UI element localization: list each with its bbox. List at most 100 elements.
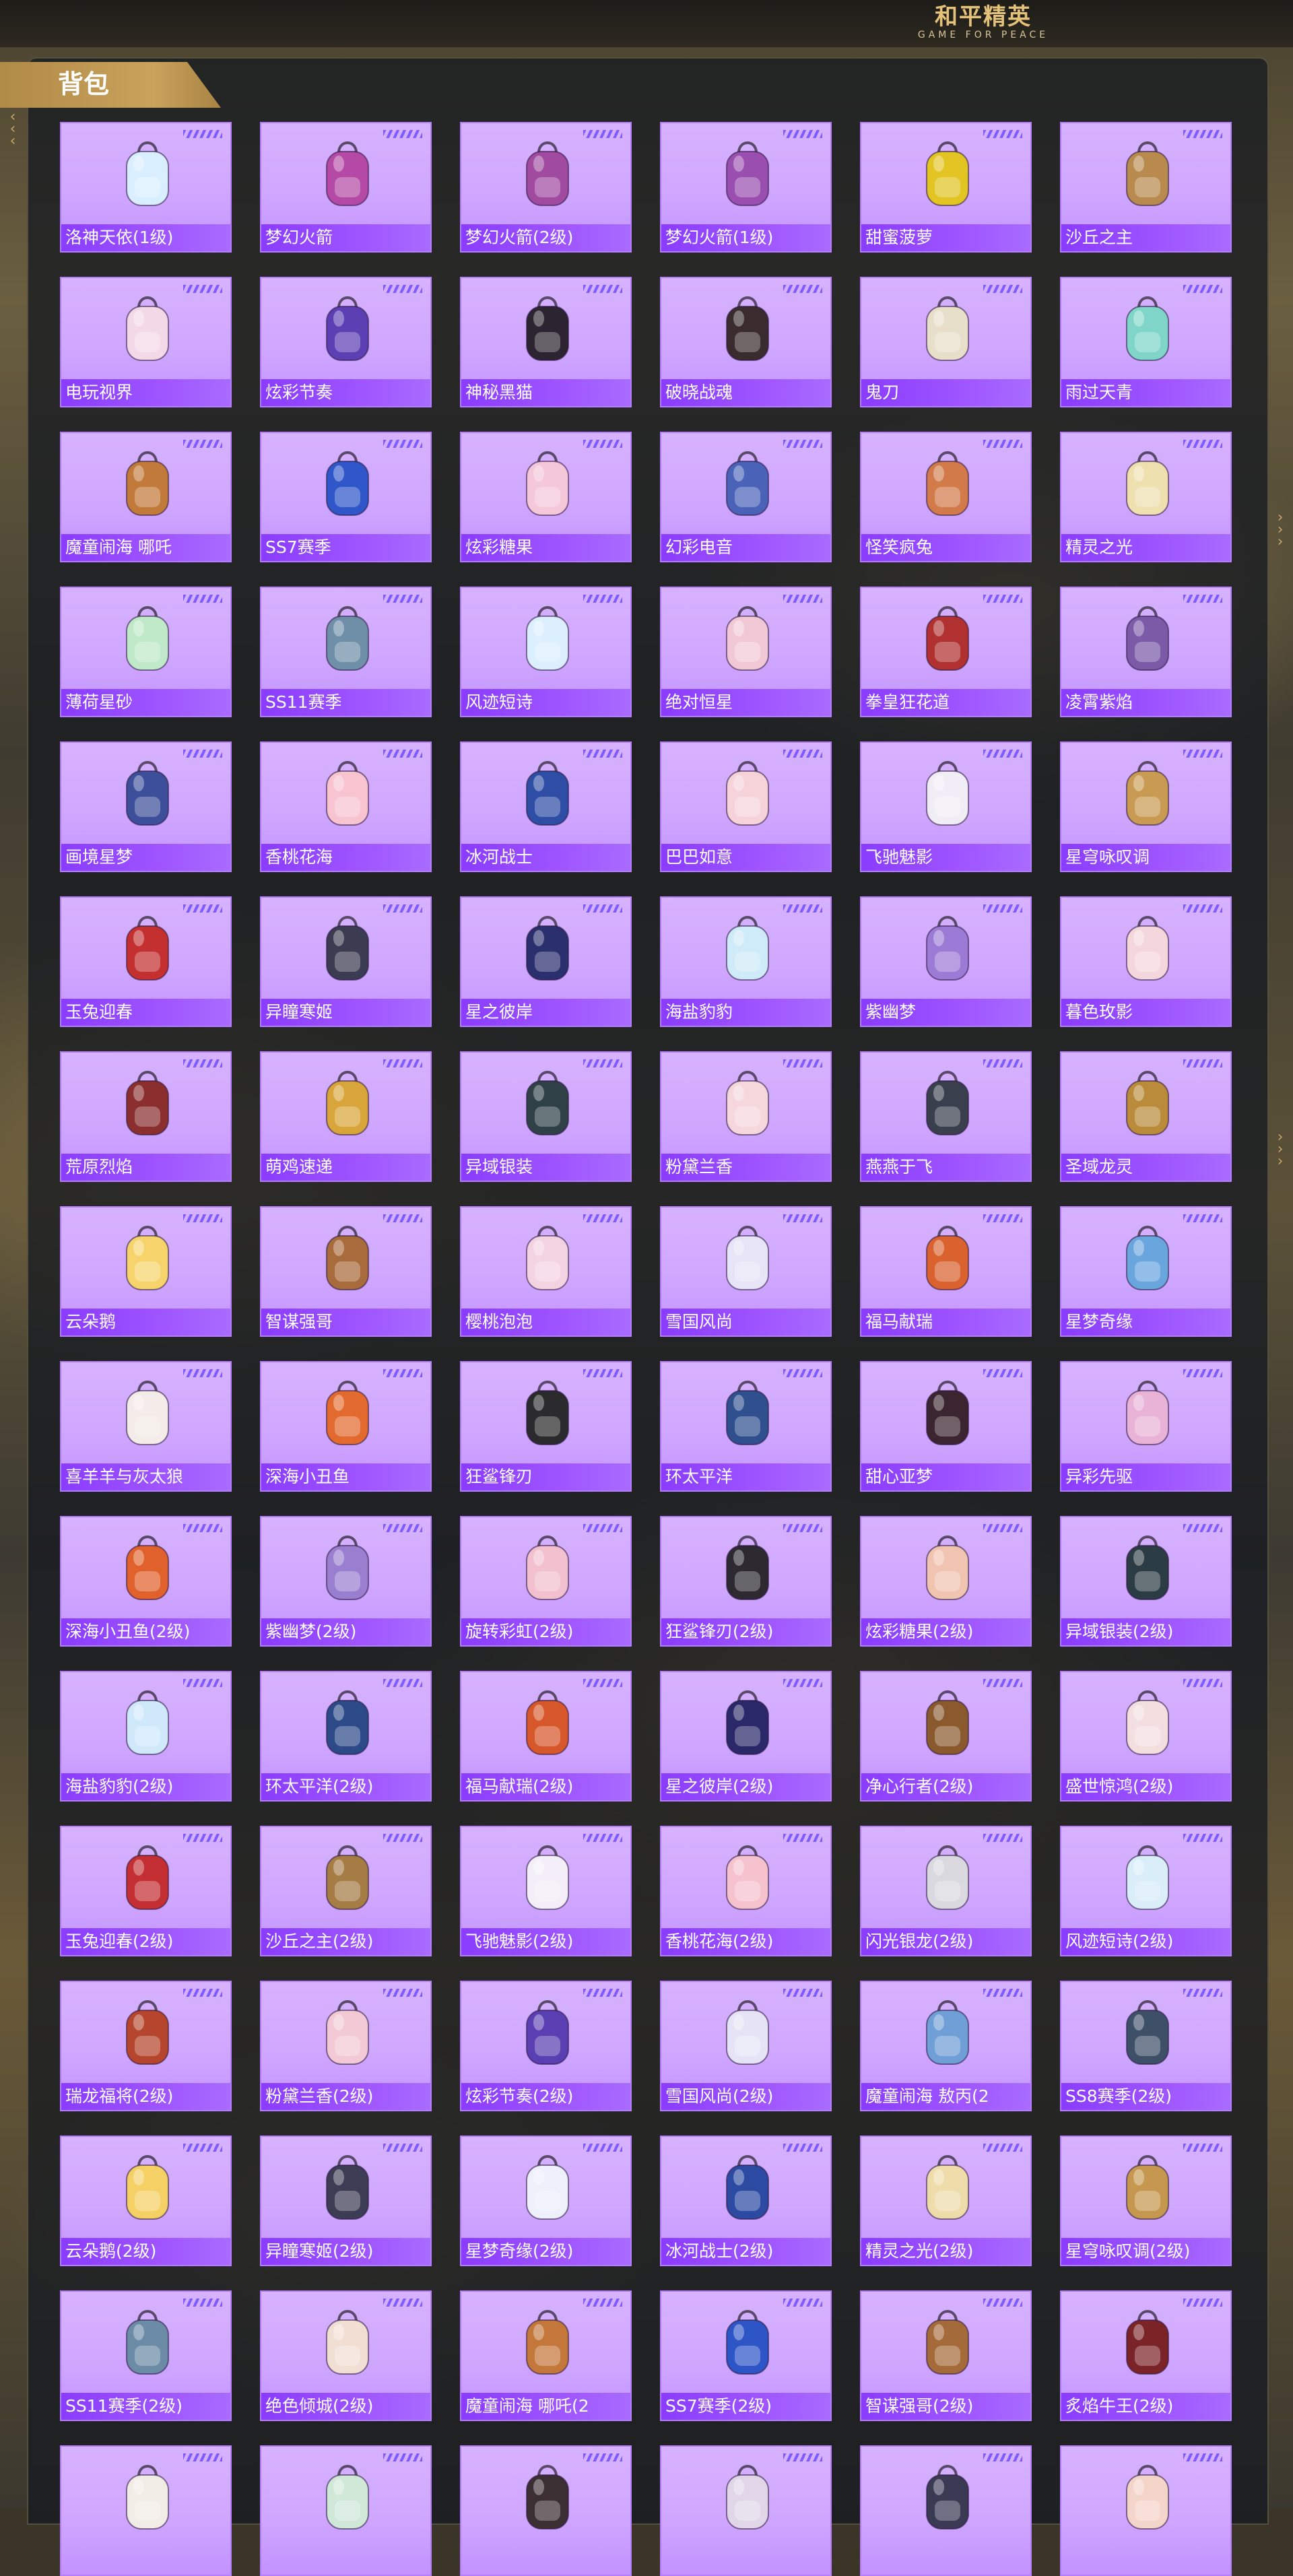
backpack-card[interactable]: 梦幻火箭 bbox=[260, 122, 432, 253]
backpack-card[interactable]: 紫幽梦 bbox=[860, 896, 1032, 1027]
backpack-card[interactable] bbox=[260, 2445, 432, 2576]
backpack-card[interactable]: 粉黛兰香 bbox=[660, 1051, 832, 1182]
backpack-card[interactable]: 飞驰魅影 bbox=[860, 741, 1032, 872]
backpack-card[interactable]: 星梦奇缘 bbox=[1060, 1206, 1232, 1337]
backpack-card[interactable]: 神秘黑猫 bbox=[460, 277, 632, 407]
backpack-card[interactable]: 荒原烈焰 bbox=[60, 1051, 232, 1182]
backpack-card[interactable]: 绝对恒星 bbox=[660, 587, 832, 717]
backpack-card[interactable]: 沙丘之主(2级) bbox=[260, 1826, 432, 1956]
backpack-card[interactable]: 梦幻火箭(1级) bbox=[660, 122, 832, 253]
backpack-icon bbox=[126, 1690, 169, 1755]
backpack-card[interactable]: 风迹短诗 bbox=[460, 587, 632, 717]
backpack-card[interactable]: 破晓战魂 bbox=[660, 277, 832, 407]
backpack-card[interactable]: 智谋强哥 bbox=[260, 1206, 432, 1337]
backpack-icon bbox=[126, 761, 169, 826]
backpack-card[interactable]: 喜羊羊与灰太狼 bbox=[60, 1361, 232, 1492]
backpack-card[interactable]: 闪光银龙(2级) bbox=[860, 1826, 1032, 1956]
backpack-card[interactable]: 魔童闹海 哪吒 bbox=[60, 432, 232, 562]
backpack-card[interactable]: 深海小丑鱼 bbox=[260, 1361, 432, 1492]
backpack-card[interactable]: 云朵鹅(2级) bbox=[60, 2136, 232, 2266]
backpack-card[interactable]: 燕燕于飞 bbox=[860, 1051, 1032, 1182]
backpack-card[interactable]: 环太平洋 bbox=[660, 1361, 832, 1492]
backpack-card[interactable]: 魔童闹海 哪吒(2 bbox=[460, 2290, 632, 2421]
backpack-card[interactable]: 炫彩糖果 bbox=[460, 432, 632, 562]
backpack-card[interactable]: 洛神天依(1级) bbox=[60, 122, 232, 253]
backpack-card[interactable]: 冰河战士(2级) bbox=[660, 2136, 832, 2266]
backpack-card[interactable]: 炫彩节奏 bbox=[260, 277, 432, 407]
backpack-card[interactable]: 怪笑疯兔 bbox=[860, 432, 1032, 562]
backpack-card[interactable]: 海盐豹豹(2级) bbox=[60, 1671, 232, 1802]
backpack-card[interactable]: 盛世惊鸿(2级) bbox=[1060, 1671, 1232, 1802]
backpack-card[interactable]: 雨过天青 bbox=[1060, 277, 1232, 407]
backpack-card[interactable]: SS11赛季(2级) bbox=[60, 2290, 232, 2421]
backpack-card[interactable]: 净心行者(2级) bbox=[860, 1671, 1032, 1802]
backpack-card[interactable]: 异域银装(2级) bbox=[1060, 1516, 1232, 1647]
backpack-card[interactable]: 异彩先驱 bbox=[1060, 1361, 1232, 1492]
backpack-card[interactable]: 狂鲨锋刃(2级) bbox=[660, 1516, 832, 1647]
backpack-card[interactable]: 雪国风尚 bbox=[660, 1206, 832, 1337]
backpack-card[interactable]: 冰河战士 bbox=[460, 741, 632, 872]
backpack-card[interactable]: 凌霄紫焰 bbox=[1060, 587, 1232, 717]
backpack-card[interactable]: 智谋强哥(2级) bbox=[860, 2290, 1032, 2421]
backpack-card[interactable]: 鬼刀 bbox=[860, 277, 1032, 407]
backpack-card[interactable]: 星穹咏叹调 bbox=[1060, 741, 1232, 872]
backpack-card[interactable]: 绝色倾城(2级) bbox=[260, 2290, 432, 2421]
backpack-card[interactable]: 异瞳寒姬(2级) bbox=[260, 2136, 432, 2266]
backpack-card[interactable]: 画境星梦 bbox=[60, 741, 232, 872]
backpack-card[interactable]: 风迹短诗(2级) bbox=[1060, 1826, 1232, 1956]
backpack-card[interactable]: 香桃花海 bbox=[260, 741, 432, 872]
backpack-card[interactable]: 樱桃泡泡 bbox=[460, 1206, 632, 1337]
backpack-card[interactable]: 飞驰魅影(2级) bbox=[460, 1826, 632, 1956]
backpack-card[interactable]: 狂鲨锋刃 bbox=[460, 1361, 632, 1492]
backpack-card[interactable]: 梦幻火箭(2级) bbox=[460, 122, 632, 253]
backpack-card[interactable]: 紫幽梦(2级) bbox=[260, 1516, 432, 1647]
backpack-card[interactable]: 异瞳寒姬 bbox=[260, 896, 432, 1027]
backpack-card[interactable] bbox=[60, 2445, 232, 2576]
backpack-card[interactable]: 薄荷星砂 bbox=[60, 587, 232, 717]
backpack-card[interactable]: 玉兔迎春 bbox=[60, 896, 232, 1027]
backpack-card[interactable]: 炫彩糖果(2级) bbox=[860, 1516, 1032, 1647]
backpack-card[interactable]: 萌鸡速递 bbox=[260, 1051, 432, 1182]
backpack-card[interactable]: 精灵之光(2级) bbox=[860, 2136, 1032, 2266]
backpack-card[interactable]: 香桃花海(2级) bbox=[660, 1826, 832, 1956]
backpack-card[interactable]: SS7赛季(2级) bbox=[660, 2290, 832, 2421]
backpack-card[interactable]: 星穹咏叹调(2级) bbox=[1060, 2136, 1232, 2266]
backpack-card[interactable]: 福马献瑞(2级) bbox=[460, 1671, 632, 1802]
rarity-stripes bbox=[583, 2144, 622, 2152]
backpack-card[interactable]: 粉黛兰香(2级) bbox=[260, 1981, 432, 2111]
backpack-card[interactable]: 异域银装 bbox=[460, 1051, 632, 1182]
backpack-card[interactable]: 巴巴如意 bbox=[660, 741, 832, 872]
backpack-card[interactable]: 沙丘之主 bbox=[1060, 122, 1232, 253]
backpack-card[interactable]: 海盐豹豹 bbox=[660, 896, 832, 1027]
backpack-card[interactable] bbox=[460, 2445, 632, 2576]
backpack-card[interactable]: 雪国风尚(2级) bbox=[660, 1981, 832, 2111]
backpack-card[interactable]: 甜心亚梦 bbox=[860, 1361, 1032, 1492]
backpack-card[interactable] bbox=[860, 2445, 1032, 2576]
backpack-card[interactable]: 电玩视界 bbox=[60, 277, 232, 407]
backpack-card[interactable]: 星之彼岸(2级) bbox=[660, 1671, 832, 1802]
backpack-card[interactable]: 深海小丑鱼(2级) bbox=[60, 1516, 232, 1647]
backpack-card[interactable]: 云朵鹅 bbox=[60, 1206, 232, 1337]
backpack-card[interactable]: 魔童闹海 敖丙(2 bbox=[860, 1981, 1032, 2111]
backpack-card[interactable]: 福马献瑞 bbox=[860, 1206, 1032, 1337]
backpack-card[interactable]: 旋转彩虹(2级) bbox=[460, 1516, 632, 1647]
backpack-card[interactable] bbox=[660, 2445, 832, 2576]
backpack-card[interactable]: 炫彩节奏(2级) bbox=[460, 1981, 632, 2111]
backpack-card[interactable]: 甜蜜菠萝 bbox=[860, 122, 1032, 253]
backpack-card[interactable]: 拳皇狂花道 bbox=[860, 587, 1032, 717]
backpack-card[interactable]: 玉兔迎春(2级) bbox=[60, 1826, 232, 1956]
backpack-card[interactable] bbox=[1060, 2445, 1232, 2576]
backpack-card[interactable]: 暮色玫影 bbox=[1060, 896, 1232, 1027]
backpack-card[interactable]: 幻彩电音 bbox=[660, 432, 832, 562]
backpack-card[interactable]: 炙焰牛王(2级) bbox=[1060, 2290, 1232, 2421]
backpack-card[interactable]: 精灵之光 bbox=[1060, 432, 1232, 562]
backpack-icon bbox=[126, 2000, 169, 2065]
backpack-card[interactable]: 星之彼岸 bbox=[460, 896, 632, 1027]
backpack-card[interactable]: 瑞龙福将(2级) bbox=[60, 1981, 232, 2111]
backpack-card[interactable]: SS8赛季(2级) bbox=[1060, 1981, 1232, 2111]
backpack-card[interactable]: 环太平洋(2级) bbox=[260, 1671, 432, 1802]
backpack-card[interactable]: 圣域龙灵 bbox=[1060, 1051, 1232, 1182]
backpack-card[interactable]: SS11赛季 bbox=[260, 587, 432, 717]
backpack-card[interactable]: SS7赛季 bbox=[260, 432, 432, 562]
backpack-card[interactable]: 星梦奇缘(2级) bbox=[460, 2136, 632, 2266]
